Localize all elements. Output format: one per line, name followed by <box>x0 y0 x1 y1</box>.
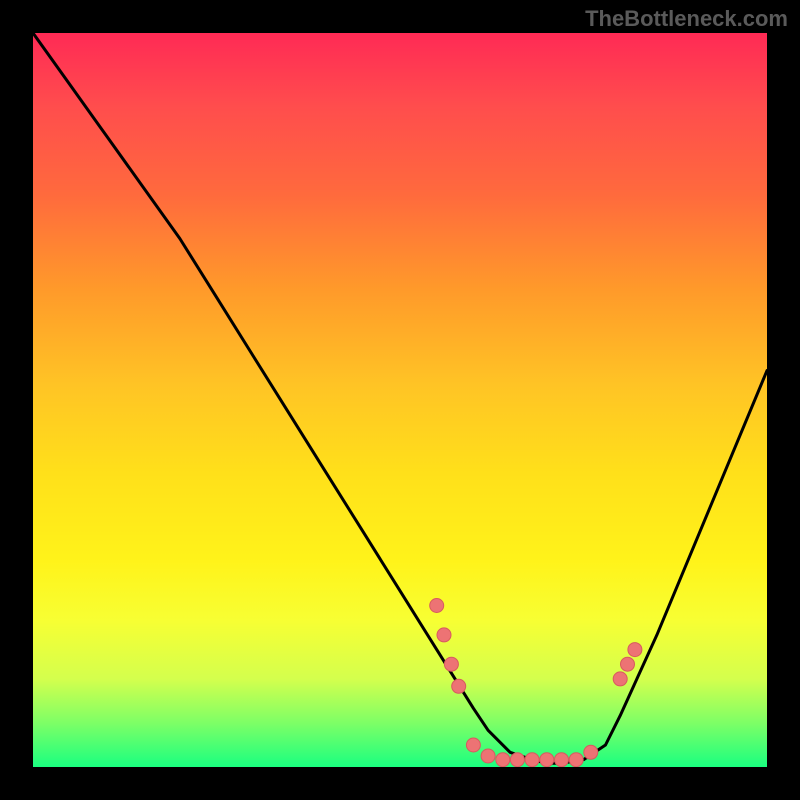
plot-area <box>33 33 767 767</box>
chart-svg <box>33 33 767 767</box>
chart-container: TheBottleneck.com <box>0 0 800 800</box>
bottleneck-curve <box>33 33 767 763</box>
data-points <box>430 599 642 767</box>
watermark: TheBottleneck.com <box>585 6 788 32</box>
